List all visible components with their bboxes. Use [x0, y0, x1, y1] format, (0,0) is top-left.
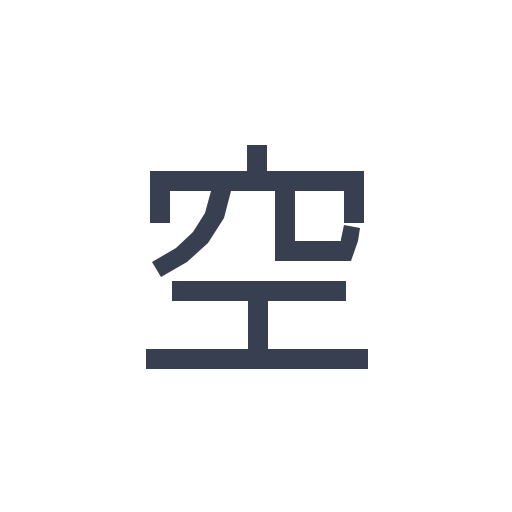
glyph-right-hook-vertical	[275, 191, 295, 249]
glyph-right-hook-bottom	[275, 241, 351, 261]
glyph-roof-right-leg	[344, 171, 364, 223]
glyph-right-hook-upturn	[340, 225, 360, 261]
glyph-work-stem	[248, 281, 268, 351]
glyph-top-dot	[247, 145, 267, 175]
glyph-roof-left-leg	[150, 171, 170, 223]
glyph-canvas	[0, 0, 512, 512]
glyph-strokes	[146, 145, 368, 369]
kanji-sora-glyph	[146, 145, 368, 369]
glyph-roof-top	[150, 171, 364, 191]
glyph-work-bottom	[146, 349, 368, 369]
